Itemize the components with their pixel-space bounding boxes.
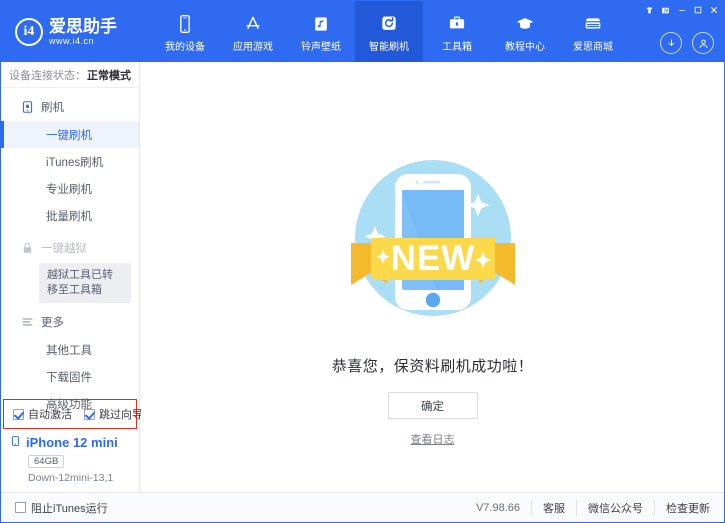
nav-label: 智能刷机 (369, 38, 409, 53)
status-bar-links: V7.98.66 客服 微信公众号 检查更新 (476, 500, 712, 516)
sidebar-item-label: 专业刷机 (46, 181, 92, 197)
sidebar-item-itunes-flash[interactable]: iTunes刷机 (1, 148, 139, 175)
device-name-row: iPhone 12 mini (10, 434, 139, 451)
refresh-icon (378, 14, 400, 34)
nav-item-toolbox[interactable]: 工具箱 (423, 1, 491, 62)
confirm-button[interactable]: 确定 (388, 392, 478, 419)
sidebar-item-label: 其他工具 (46, 342, 92, 358)
menu-icon[interactable] (658, 3, 673, 17)
check-update-link[interactable]: 检查更新 (654, 500, 712, 516)
close-icon[interactable] (706, 3, 721, 17)
logo-url: www.i4.cn (49, 36, 117, 47)
logo-text: 爱思助手 www.i4.cn (49, 17, 117, 47)
auto-activate-label: 自动激活 (28, 406, 72, 422)
sidebar-item-label: 下载固件 (46, 369, 92, 385)
nav-item-my-device[interactable]: 我的设备 (151, 1, 219, 62)
skip-wizard-checkbox[interactable] (84, 409, 95, 420)
nav-label: 应用游戏 (233, 38, 273, 53)
sidebar-item-batch-flash[interactable]: 批量刷机 (1, 202, 139, 229)
device-identifier: Down-12mini-13,1 (28, 472, 139, 484)
list-icon (21, 315, 34, 329)
appstore-icon (242, 14, 264, 34)
download-circle-icon[interactable] (660, 32, 682, 54)
shop-icon (582, 14, 604, 34)
toolbox-icon (446, 14, 468, 34)
auto-activate-option[interactable]: 自动激活 (13, 406, 72, 422)
status-bar: 阻止iTunes运行 V7.98.66 客服 微信公众号 检查更新 (1, 492, 724, 522)
skin-icon[interactable] (642, 3, 657, 17)
account-circle-icon[interactable] (692, 32, 714, 54)
nav-label: 工具箱 (442, 38, 472, 53)
block-itunes-checkbox[interactable] (15, 502, 26, 513)
sidebar-item-one-key-flash[interactable]: 一键刷机 (1, 121, 139, 148)
logo-title: 爱思助手 (49, 17, 117, 36)
device-capacity-badge: 64GB (28, 455, 64, 468)
version-label: V7.98.66 (476, 502, 531, 514)
phone-small-icon (10, 434, 21, 451)
block-itunes-option[interactable]: 阻止iTunes运行 (15, 500, 108, 516)
sidebar-item-label: 一键刷机 (46, 127, 92, 143)
maximize-icon[interactable] (690, 3, 705, 17)
sidebar-item-other-tools[interactable]: 其他工具 (1, 336, 139, 363)
nav-label: 爱思商城 (573, 38, 613, 53)
main-nav: 我的设备 应用游戏 铃声壁纸 智能刷机 (151, 1, 627, 62)
status-label: 设备连接状态： (9, 67, 86, 83)
sidebar-bottom: 自动激活 跳过向导 iPhone 12 mini 64GB Down-12min… (1, 399, 139, 492)
app-logo[interactable]: i4 爱思助手 www.i4.cn (1, 1, 141, 62)
minimize-icon[interactable] (674, 3, 689, 17)
customer-service-link[interactable]: 客服 (531, 500, 576, 516)
sidebar-group-label: 刷机 (41, 99, 64, 115)
sidebar-item-label: iTunes刷机 (46, 154, 103, 170)
view-log-link[interactable]: 查看日志 (411, 431, 455, 447)
lock-icon (21, 241, 34, 255)
connected-device-info[interactable]: iPhone 12 mini 64GB Down-12mini-13,1 (1, 431, 139, 492)
nav-item-i4-store[interactable]: 爱思商城 (559, 1, 627, 62)
auto-activate-checkbox[interactable] (13, 409, 24, 420)
device-name: iPhone 12 mini (26, 435, 118, 450)
nav-label: 教程中心 (505, 38, 545, 53)
sidebar-group-flash: 刷机 (1, 93, 139, 121)
device-flash-icon (21, 100, 34, 114)
status-value: 正常模式 (87, 67, 131, 83)
flash-options-highlight: 自动激活 跳过向导 (3, 399, 137, 429)
sidebar-item-download-firmware[interactable]: 下载固件 (1, 363, 139, 390)
nav-item-smart-flash[interactable]: 智能刷机 (355, 1, 423, 62)
jailbreak-moved-tooltip: 越狱工具已转移至工具箱 (39, 263, 131, 303)
sidebar-group-jailbreak: 一键越狱 (1, 234, 139, 262)
main-content: NEW 恭喜您，保资料刷机成功啦！ 确定 查看日志 (141, 62, 724, 492)
i4-logo-icon: i4 (15, 18, 43, 46)
sidebar-group-label: 更多 (41, 314, 64, 330)
block-itunes-label: 阻止iTunes运行 (31, 500, 108, 516)
sidebar: 设备连接状态：正常模式 刷机 一键刷机 iTunes刷机 专业刷机 批量刷机 一… (1, 62, 140, 492)
nav-item-apps-games[interactable]: 应用游戏 (219, 1, 287, 62)
wechat-official-link[interactable]: 微信公众号 (576, 500, 654, 516)
nav-label: 铃声壁纸 (301, 38, 341, 53)
sidebar-group-label: 一键越狱 (41, 240, 87, 256)
sidebar-group-more: 更多 (1, 308, 139, 336)
window-controls (642, 3, 721, 17)
nav-item-tutorial-center[interactable]: 教程中心 (491, 1, 559, 62)
skip-wizard-label: 跳过向导 (99, 406, 143, 422)
sidebar-item-label: 批量刷机 (46, 208, 92, 224)
nav-item-ringtones-wallpaper[interactable]: 铃声壁纸 (287, 1, 355, 62)
graduation-cap-icon (514, 14, 536, 34)
new-phone-badge-illustration: NEW (341, 140, 525, 341)
skip-wizard-option[interactable]: 跳过向导 (84, 406, 143, 422)
sidebar-item-pro-flash[interactable]: 专业刷机 (1, 175, 139, 202)
app-header: i4 爱思助手 www.i4.cn 我的设备 应用游戏 (1, 1, 724, 62)
music-box-icon (310, 14, 332, 34)
nav-label: 我的设备 (165, 38, 205, 53)
success-message: 恭喜您，保资料刷机成功啦！ (332, 355, 534, 376)
device-connection-status: 设备连接状态：正常模式 (1, 62, 139, 88)
svg-text:NEW: NEW (390, 239, 475, 278)
i4-assistant-window: i4 爱思助手 www.i4.cn 我的设备 应用游戏 (0, 0, 725, 523)
header-actions (660, 32, 714, 54)
phone-icon (174, 14, 196, 34)
